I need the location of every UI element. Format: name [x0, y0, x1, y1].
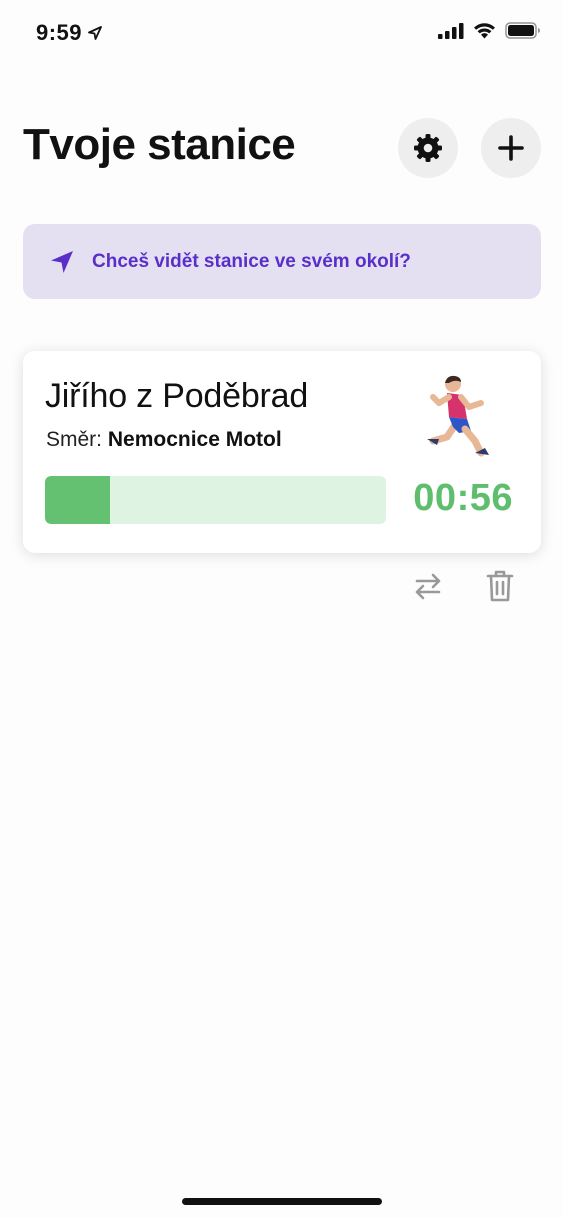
gear-icon	[414, 134, 442, 162]
direction-label: Směr:	[46, 428, 103, 451]
home-indicator[interactable]	[182, 1198, 382, 1205]
location-arrow-icon	[88, 26, 102, 40]
arrival-progress-fill	[45, 476, 110, 524]
status-time-group: 9:59	[36, 20, 102, 46]
arrival-countdown: 00:56	[413, 477, 513, 519]
status-time: 9:59	[36, 20, 83, 45]
settings-button[interactable]	[398, 118, 458, 178]
location-arrow-icon	[48, 248, 76, 276]
arrival-progress-bar	[45, 476, 386, 524]
app-screen: 9:59 Tvoje stanice Chceš vidět stanice v…	[0, 0, 563, 1218]
delete-station-button[interactable]	[480, 566, 520, 606]
status-bar: 9:59	[0, 0, 563, 70]
trash-icon	[486, 570, 514, 602]
battery-icon	[505, 22, 540, 39]
wifi-icon	[474, 23, 495, 39]
status-indicators	[438, 22, 541, 39]
page-title: Tvoje stanice	[23, 120, 296, 169]
direction-line: Směr: Nemocnice Motol	[46, 428, 282, 452]
cellular-signal-icon	[438, 22, 464, 39]
nearby-stations-text: Chceš vidět stanice ve svém okolí?	[92, 250, 411, 272]
direction-value: Nemocnice Motol	[107, 428, 282, 451]
station-card[interactable]: Jiřího z Poděbrad Směr: Nemocnice Motol	[23, 351, 541, 553]
nearby-stations-banner[interactable]: Chceš vidět stanice ve svém okolí?	[23, 224, 541, 299]
swap-direction-button[interactable]	[408, 566, 448, 606]
running-person-icon	[427, 375, 489, 457]
swap-arrows-icon	[415, 573, 441, 600]
station-name: Jiřího z Poděbrad	[45, 377, 309, 415]
add-station-button[interactable]	[481, 118, 541, 178]
plus-icon	[498, 135, 524, 161]
